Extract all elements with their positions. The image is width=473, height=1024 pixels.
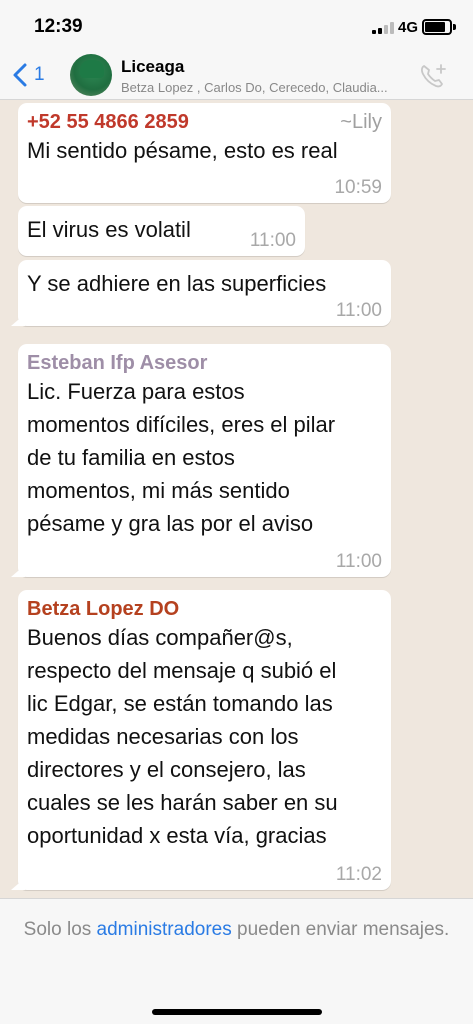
message-line: cuales se les harán saber en su (27, 790, 338, 815)
message-time: 10:59 (334, 177, 382, 198)
message-line: Buenos días compañer@s, (27, 625, 293, 650)
message-line: respecto del mensaje q subió el (27, 658, 337, 683)
message-line: momentos difíciles, eres el pilar (27, 412, 336, 437)
message-bubble[interactable]: Y se adhiere en las superficies 11:00 (18, 260, 391, 326)
message-line: momentos, mi más sentido (27, 478, 290, 503)
message-bubble[interactable]: +52 55 4866 2859 ~Lily Mi sentido pésame… (18, 103, 391, 203)
chat-header: 1 Liceaga Betza Lopez , Carlos Do, Cerec… (0, 50, 473, 100)
message-text: Buenos días compañer@s, respecto del men… (27, 621, 382, 852)
message-text: Mi sentido pésame, esto es real (27, 138, 338, 163)
back-button[interactable]: 1 (10, 60, 45, 90)
message-bubble[interactable]: Betza Lopez DO Buenos días compañer@s, r… (18, 590, 391, 890)
message-line: de tu familia en estos (27, 445, 235, 470)
message-line: Lic. Fuerza para estos (27, 379, 245, 404)
add-call-icon[interactable] (418, 62, 448, 90)
message-line: lic Edgar, se están tomando las (27, 691, 333, 716)
battery-cap (453, 24, 456, 30)
message-line: medidas necesarias con los (27, 724, 299, 749)
message-list[interactable]: +52 55 4866 2859 ~Lily Mi sentido pésame… (0, 101, 473, 898)
message-line: directores y el consejero, las (27, 757, 306, 782)
message-line: pésame y gra las por el aviso (27, 511, 314, 536)
message-sender: +52 55 4866 2859 (27, 111, 189, 133)
message-bubble[interactable]: Esteban Ifp Asesor Lic. Fuerza para esto… (18, 344, 391, 577)
administrators-link[interactable]: administradores (97, 919, 232, 940)
back-count: 1 (34, 64, 45, 85)
chevron-left-icon (13, 63, 27, 87)
notice-text-before: Solo los (23, 919, 97, 940)
message-time: 11:00 (249, 230, 296, 251)
home-indicator[interactable] (152, 1009, 322, 1015)
chat-title[interactable]: Liceaga (121, 57, 184, 77)
message-time: 11:00 (335, 551, 382, 572)
chat-members[interactable]: Betza Lopez , Carlos Do, Cerecedo, Claud… (121, 80, 391, 95)
message-text: Y se adhiere en las superficies (27, 271, 327, 296)
message-time: 11:02 (335, 864, 382, 885)
message-bubble[interactable]: El virus es volatil 11:00 (18, 206, 305, 256)
message-line: oportunidad x esta vía, gracias (27, 823, 327, 848)
message-text: Lic. Fuerza para estos momentos difícile… (27, 375, 382, 540)
message-sender: Esteban Ifp Asesor (27, 352, 208, 374)
message-sender: Betza Lopez DO (27, 598, 180, 620)
admin-only-notice: Solo los administradores pueden enviar m… (20, 915, 453, 945)
status-time: 12:39 (34, 16, 83, 37)
notice-text-after: pueden enviar mensajes. (231, 919, 450, 940)
battery-level (425, 22, 445, 32)
status-bar: 12:39 4G (0, 0, 473, 50)
message-time: 11:00 (335, 300, 382, 321)
signal-icon (372, 22, 394, 34)
admin-only-footer: Solo los administradores pueden enviar m… (0, 898, 473, 1024)
message-alias: ~Lily (340, 111, 382, 133)
battery-icon (422, 19, 452, 35)
group-avatar[interactable] (70, 54, 112, 96)
network-type: 4G (398, 19, 419, 36)
